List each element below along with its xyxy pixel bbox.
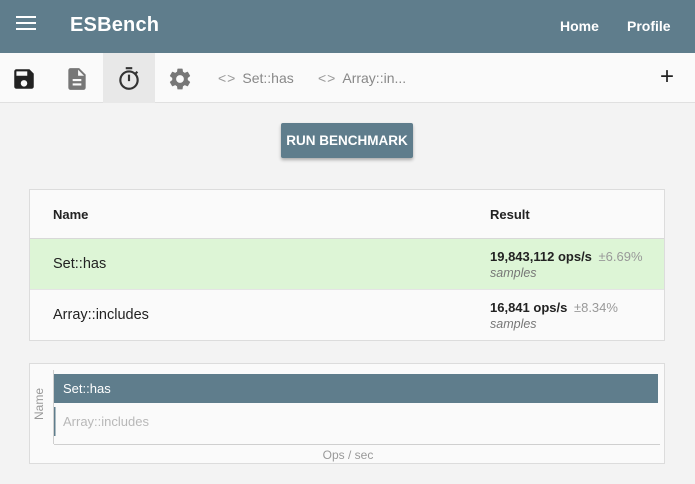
row-result: 16,841 ops/s ±8.34% (490, 300, 618, 315)
bar (54, 374, 658, 403)
gear-icon[interactable] (167, 66, 193, 92)
editor-toolbar: <> Set::has <> Array::in... + (0, 53, 695, 103)
document-icon[interactable] (64, 66, 90, 92)
tab-array-includes[interactable]: <> Array::in... (318, 70, 406, 86)
table-header-row: Name Result (30, 190, 664, 239)
run-benchmark-button[interactable]: RUN BENCHMARK (281, 123, 413, 158)
bar (54, 407, 56, 436)
code-icon: <> (318, 70, 337, 86)
row-name: Set::has (53, 256, 107, 272)
ops-value: 16,841 ops/s (490, 300, 568, 315)
rme-value: ±6.69% (598, 249, 643, 264)
ops-chart-svg: Set::hasArray::includes NameOps / sec (32, 370, 660, 462)
tab-set-has[interactable]: <> Set::has (218, 70, 294, 86)
results-table: Name Result Set::has 19,843,112 ops/s ±6… (29, 189, 665, 341)
add-tab-button[interactable]: + (660, 65, 674, 89)
rme-value: ±8.34% (573, 300, 618, 315)
x-axis-label: Ops / sec (323, 448, 374, 462)
nav-profile-link[interactable]: Profile (627, 18, 671, 34)
bar-label: Set::has (63, 381, 111, 396)
samples-label: samples (490, 317, 537, 331)
app-title: ESBench (70, 14, 160, 36)
y-axis-label: Name (32, 388, 46, 420)
ops-value: 19,843,112 ops/s (490, 249, 592, 264)
bar-label: Array::includes (63, 414, 149, 429)
row-name: Array::includes (53, 307, 149, 323)
save-icon[interactable] (11, 66, 37, 92)
column-header-result: Result (490, 207, 530, 222)
ops-chart: Set::hasArray::includes NameOps / sec (29, 363, 665, 464)
app-bar: ESBench Home Profile (0, 0, 695, 53)
tab-label: Set::has (242, 70, 294, 86)
menu-icon[interactable] (16, 16, 36, 32)
nav-home-link[interactable]: Home (560, 18, 599, 34)
table-row: Array::includes 16,841 ops/s ±8.34% samp… (30, 290, 664, 340)
table-row: Set::has 19,843,112 ops/s ±6.69% samples (30, 239, 664, 290)
column-header-name: Name (53, 207, 89, 222)
tab-label: Array::in... (342, 70, 407, 86)
samples-label: samples (490, 266, 537, 280)
code-icon: <> (218, 70, 237, 86)
stopwatch-icon[interactable] (116, 66, 142, 92)
row-result: 19,843,112 ops/s ±6.69% (490, 249, 643, 264)
